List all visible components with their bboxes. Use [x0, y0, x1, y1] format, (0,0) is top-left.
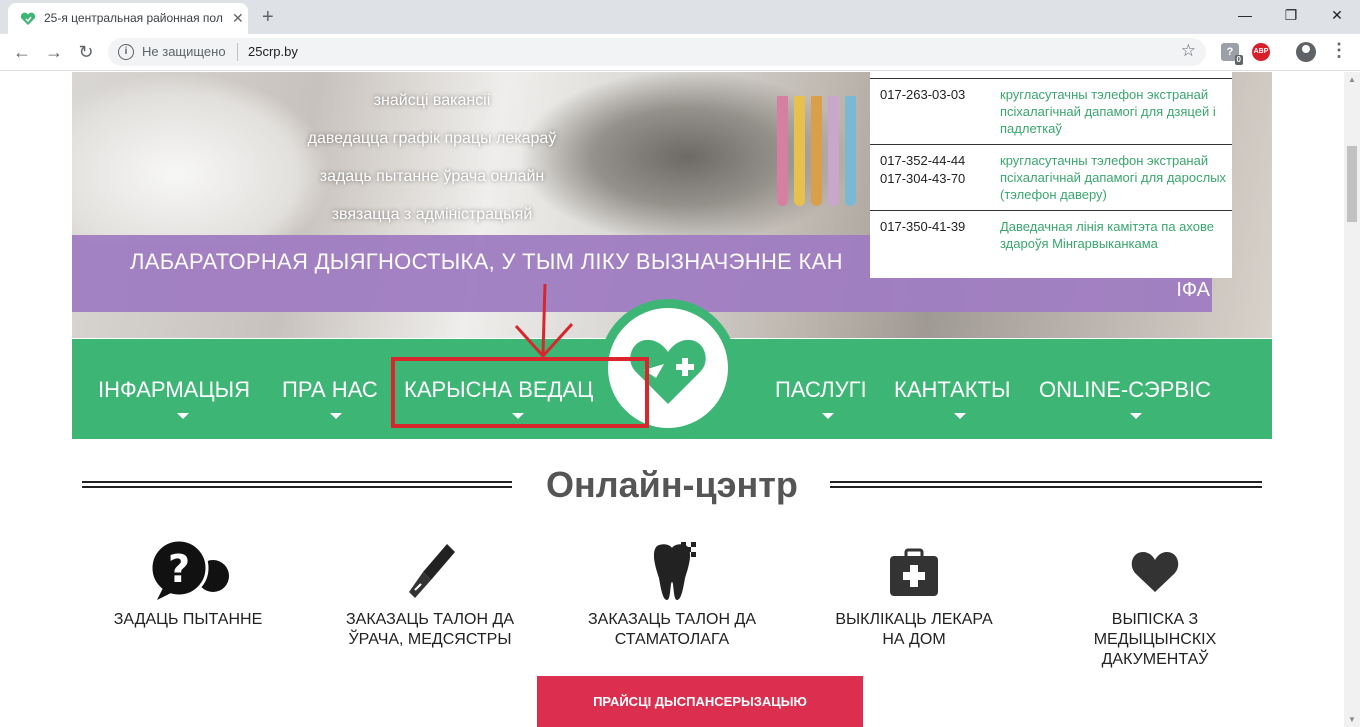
medical-kit-icon [890, 548, 938, 596]
dispensarization-button[interactable]: ПРАЙСЦІ ДЫСПАНСЕРЫЗАЦЫЮ [537, 676, 863, 727]
service-label: ЗАКАЗАЦЬ ТАЛОН ДА СТАМАТОЛАГА [588, 611, 756, 648]
browser-tab-strip: 25-я центральная районная пол ✕ + — ❐ ✕ [0, 0, 1360, 34]
extension-badge: 0 [1234, 55, 1243, 65]
phone-row: 017-350-41-39 Даведачная лінія камітэта … [870, 210, 1232, 278]
address-bar[interactable]: i Не защищено 25crp.by ☆ [108, 38, 1206, 66]
service-medical-extract[interactable]: ВЫПІСКА З МЕДЫЦЫНСКІХ ДАКУМЕНТАЎ [1050, 538, 1260, 670]
browser-menu-icon[interactable]: ⋮ [1330, 40, 1348, 61]
phone-number[interactable]: 017-263-03-03 [880, 86, 965, 104]
phone-row: 017-352-44-44 017-304-43-70 кругласутачн… [870, 144, 1232, 210]
chevron-down-icon[interactable] [954, 413, 966, 419]
tab-title: 25-я центральная районная пол [44, 11, 223, 25]
chevron-down-icon[interactable] [330, 413, 342, 419]
hero-link-contact-admin[interactable]: звязацца з адміністрацыяй [222, 196, 642, 234]
online-center-header: Онлайн-цэнтр [82, 464, 1262, 505]
heart-icon [1131, 552, 1179, 592]
forward-icon[interactable]: → [42, 40, 66, 64]
chevron-down-icon[interactable] [1130, 413, 1142, 419]
phone-description[interactable]: кругласутачны тэлефон экстранай псіхалаг… [1000, 86, 1230, 137]
service-book-doctor[interactable]: ЗАКАЗАЦЬ ТАЛОН ДА ЎРАЧА, МЕДСЯСТРЫ [325, 538, 535, 650]
window-controls: — ❐ ✕ [1222, 0, 1360, 30]
svg-text:?: ? [168, 547, 190, 591]
service-book-dentist[interactable]: ЗАКАЗАЦЬ ТАЛОН ДА СТАМАТОЛАГА [567, 538, 777, 650]
service-label: ЗАДАЦЬ ПЫТАННЕ [113, 611, 263, 628]
banner-text-continued: ІФА [1176, 279, 1210, 301]
nav-item-services[interactable]: ПАСЛУГІ [775, 377, 867, 403]
nav-item-online-service[interactable]: ONLINE-СЭРВІС [1039, 377, 1211, 403]
hero-link-ask-doctor[interactable]: задаць пытанне ўрача онлайн [222, 158, 642, 196]
scroll-down-icon[interactable]: ▼ [1348, 715, 1356, 724]
phone-number[interactable]: 017-350-41-39 [880, 218, 965, 236]
reload-icon[interactable]: ↻ [74, 40, 98, 64]
online-center-title: Онлайн-цэнтр [546, 464, 798, 505]
hero-link-schedule[interactable]: даведацца графік працы лекараў [222, 120, 642, 158]
phone-number[interactable]: 017-304-43-70 [880, 170, 965, 188]
test-tube [828, 96, 839, 206]
scroll-thumb[interactable] [1347, 146, 1357, 222]
security-label[interactable]: Не защищено [142, 44, 226, 59]
scroll-up-icon[interactable]: ▲ [1348, 75, 1356, 84]
nav-item-contacts[interactable]: КАНТАКТЫ [894, 377, 1011, 403]
extension-question-icon[interactable]: ? 0 [1221, 43, 1243, 65]
fountain-pen-icon [409, 544, 455, 598]
banner-text: ЛАБАРАТОРНАЯ ДЫЯГНОСТЫКА, У ТЫМ ЛІКУ ВЫЗ… [130, 249, 843, 274]
test-tube [845, 96, 856, 206]
hero-link-vacancies[interactable]: знайсці вакансіі [222, 82, 642, 120]
phone-description[interactable]: Даведачная лінія камітэта па ахове здаро… [1000, 218, 1230, 252]
test-tube [794, 96, 805, 206]
site-heart-favicon-icon [20, 12, 36, 25]
nav-item-about[interactable]: ПРА НАС [282, 377, 378, 403]
page-viewport: знайсці вакансіі даведацца графік працы … [0, 72, 1344, 727]
test-tube [811, 96, 822, 206]
hero-links: знайсці вакансіі даведацца графік працы … [222, 82, 642, 234]
phone-dropdown: 017-263-03-03 кругласутачны тэлефон экст… [870, 72, 1232, 278]
chevron-down-icon[interactable] [822, 413, 834, 419]
browser-toolbar: ← → ↻ i Не защищено 25crp.by ☆ ? 0 ABP ⋮ [0, 34, 1360, 71]
highlight-box [391, 357, 649, 428]
back-icon[interactable]: ← [10, 40, 34, 64]
red-arrow-icon [514, 283, 574, 359]
vertical-scrollbar[interactable]: ▲ ▼ [1344, 72, 1360, 727]
test-tube [777, 96, 788, 206]
url-text[interactable]: 25crp.by [248, 44, 298, 59]
browser-tab[interactable]: 25-я центральная районная пол ✕ [8, 3, 248, 34]
phone-row: 017-263-03-03 кругласутачны тэлефон экст… [870, 78, 1232, 144]
bookmark-star-icon[interactable]: ☆ [1181, 41, 1196, 61]
adblock-plus-icon[interactable]: ABP [1252, 43, 1270, 61]
phone-number[interactable]: 017-352-44-44 [880, 152, 965, 170]
profile-icon[interactable] [1296, 42, 1316, 62]
service-ask-question[interactable]: ? ЗАДАЦЬ ПЫТАННЕ [83, 538, 293, 630]
service-label: ВЫКЛІКАЦЬ ЛЕКАРА НА ДОМ [835, 611, 993, 648]
service-label: ЗАКАЗАЦЬ ТАЛОН ДА ЎРАЧА, МЕДСЯСТРЫ [346, 611, 514, 648]
new-tab-icon[interactable]: + [262, 6, 274, 29]
service-label: ВЫПІСКА З МЕДЫЦЫНСКІХ ДАКУМЕНТАЎ [1093, 611, 1217, 668]
service-home-visit[interactable]: ВЫКЛІКАЦЬ ЛЕКАРА НА ДОМ [809, 538, 1019, 650]
phone-description[interactable]: кругласутачны тэлефон экстранай псіхалаг… [1000, 152, 1230, 203]
chat-question-icon: ? [149, 538, 229, 600]
url-separator [237, 43, 238, 61]
nav-item-information[interactable]: ІНФАРМАЦЫЯ [98, 377, 250, 403]
tab-close-icon[interactable]: ✕ [232, 10, 244, 27]
window-close-icon[interactable]: ✕ [1314, 0, 1360, 30]
info-icon[interactable]: i [118, 44, 134, 60]
tooth-icon [653, 542, 696, 600]
chevron-down-icon[interactable] [177, 413, 189, 419]
minimize-icon[interactable]: — [1222, 0, 1268, 30]
maximize-icon[interactable]: ❐ [1268, 0, 1314, 30]
